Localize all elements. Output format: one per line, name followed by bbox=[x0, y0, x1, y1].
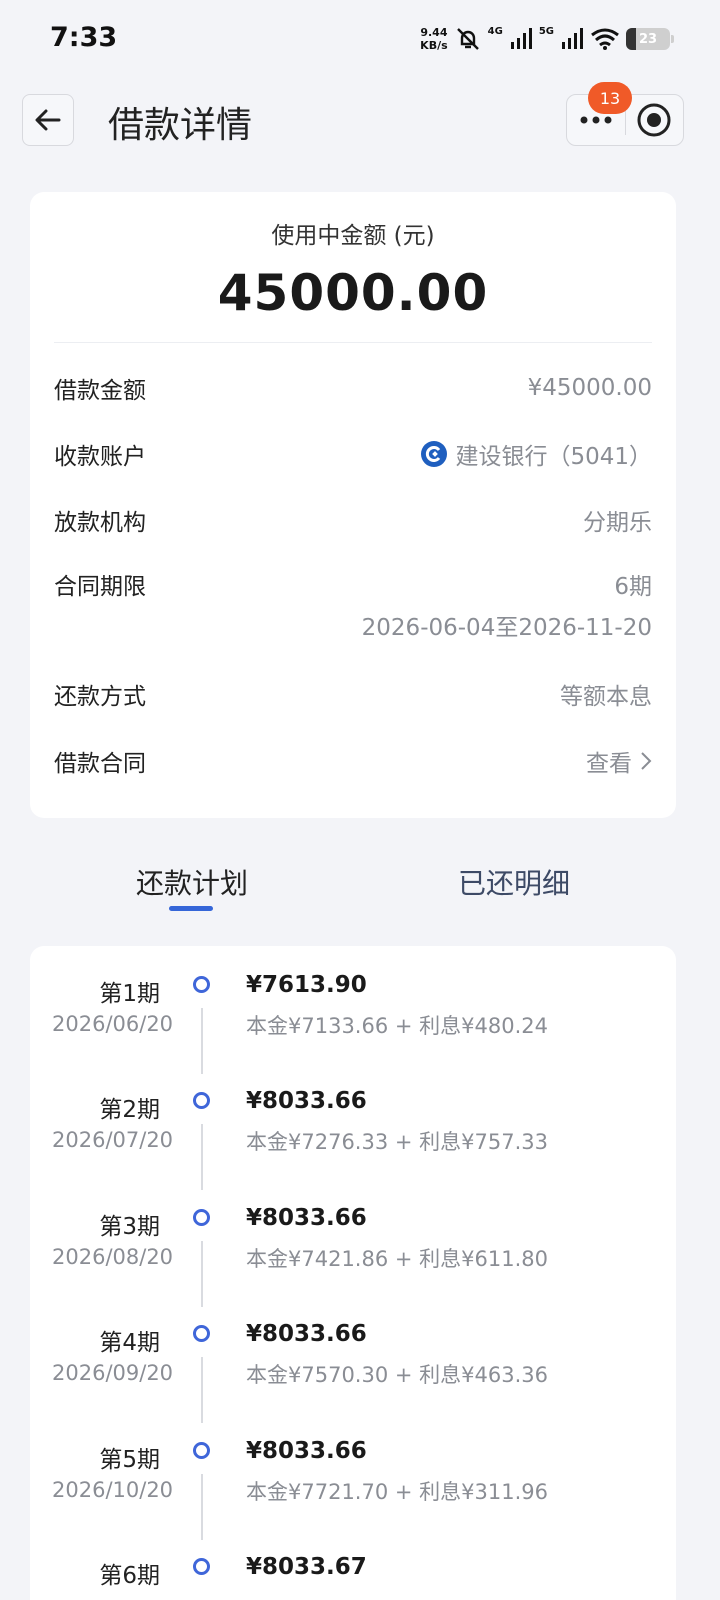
signal-icon-2 bbox=[562, 28, 583, 49]
page-title: 借款详情 bbox=[108, 105, 253, 146]
status-bar: 7:33 9.44 KB/s 4G 5G 23 bbox=[0, 0, 720, 80]
method-row: 还款方式 等额本息 bbox=[54, 674, 652, 714]
target-circle-icon bbox=[637, 103, 671, 137]
installment-breakdown: 本金¥7133.66 + 利息¥480.24 bbox=[246, 1014, 548, 1038]
due-date: 2026/08/20 bbox=[52, 1245, 174, 1269]
installment-breakdown: 本金¥7421.86 + 利息¥611.80 bbox=[246, 1247, 548, 1271]
loan-amount-value: ¥45000.00 bbox=[527, 375, 652, 401]
period-label: 第6期 bbox=[99, 1563, 160, 1589]
in-use-amount: 45000.00 bbox=[217, 264, 489, 322]
schedule-item: 第4期 2026/09/20 ¥8033.66 本金¥7570.30 + 利息¥… bbox=[30, 1295, 676, 1423]
due-date: 2026/06/20 bbox=[52, 1012, 174, 1036]
due-date: 2026/09/20 bbox=[52, 1361, 174, 1385]
battery-fill bbox=[626, 28, 637, 50]
installment-breakdown: 本金¥7570.30 + 利息¥463.36 bbox=[246, 1363, 548, 1387]
schedule-item: 第3期 2026/08/20 ¥8033.66 本金¥7421.86 + 利息¥… bbox=[30, 1179, 676, 1307]
timeline-dot bbox=[193, 1092, 210, 1109]
network-speed: 9.44 KB/s bbox=[420, 26, 447, 52]
installment-amount: ¥8033.67 bbox=[246, 1554, 367, 1580]
method-value: 等额本息 bbox=[560, 684, 652, 710]
period-label: 第5期 bbox=[99, 1447, 160, 1473]
institution-row: 放款机构 分期乐 bbox=[54, 500, 652, 540]
institution-value: 分期乐 bbox=[583, 510, 652, 536]
period-label: 第2期 bbox=[99, 1097, 160, 1123]
battery-icon: 23 bbox=[626, 28, 674, 50]
term-label: 合同期限 bbox=[54, 574, 146, 600]
term-row: 合同期限 6期 bbox=[54, 564, 652, 604]
signal-icon bbox=[510, 28, 532, 49]
status-time: 7:33 bbox=[50, 22, 118, 53]
contract-row[interactable]: 借款合同 查看 bbox=[54, 741, 652, 781]
installment-amount: ¥7613.90 bbox=[246, 972, 367, 998]
period-label: 第1期 bbox=[99, 981, 160, 1007]
summary-divider bbox=[54, 342, 652, 343]
active-tab-indicator bbox=[169, 906, 213, 911]
in-use-amount-label: 使用中金额 (元) bbox=[271, 223, 435, 249]
net-type-4g: 4G bbox=[487, 25, 503, 37]
institution-label: 放款机构 bbox=[54, 510, 146, 536]
loan-amount-row: 借款金额 ¥45000.00 bbox=[54, 368, 652, 408]
view-contract-text: 查看 bbox=[586, 751, 632, 777]
more-dots-icon bbox=[580, 116, 612, 124]
term-value: 6期 bbox=[614, 574, 652, 600]
installment-amount: ¥8033.66 bbox=[246, 1321, 367, 1347]
term-dates: 2026-06-04至2026-11-20 bbox=[361, 615, 652, 641]
schedule-item: 第1期 2026/06/20 ¥7613.90 本金¥7133.66 + 利息¥… bbox=[30, 946, 676, 1074]
contract-label: 借款合同 bbox=[54, 751, 146, 777]
loan-amount-label: 借款金额 bbox=[54, 378, 146, 404]
speed-unit: KB/s bbox=[420, 39, 448, 52]
tab-paid-details[interactable]: 已还明细 bbox=[458, 862, 570, 902]
ccb-bank-logo-icon bbox=[421, 441, 448, 467]
account-value: 建设银行（5041） bbox=[455, 444, 652, 470]
period-label: 第3期 bbox=[99, 1214, 160, 1240]
period-label: 第4期 bbox=[99, 1330, 160, 1356]
wifi-icon bbox=[591, 28, 619, 50]
timeline-dot bbox=[193, 1325, 210, 1342]
net-type-5g: 5G bbox=[538, 25, 554, 37]
chevron-right-icon bbox=[641, 752, 652, 770]
arrow-left-icon bbox=[35, 109, 61, 131]
timeline-dot bbox=[193, 976, 210, 993]
installment-breakdown: 本金¥7276.33 + 利息¥757.33 bbox=[246, 1130, 548, 1154]
due-date: 2026/10/20 bbox=[52, 1478, 174, 1502]
account-label: 收款账户 bbox=[54, 444, 146, 470]
method-label: 还款方式 bbox=[54, 684, 146, 710]
notification-badge: 13 bbox=[588, 82, 632, 114]
close-mini-program-button[interactable] bbox=[625, 95, 683, 145]
installment-amount: ¥8033.66 bbox=[246, 1088, 367, 1114]
battery-level: 23 bbox=[638, 31, 658, 47]
account-value-wrap: 建设银行（5041） bbox=[421, 437, 652, 471]
loan-summary-card: 使用中金额 (元) 45000.00 借款金额 ¥45000.00 收款账户 建… bbox=[30, 192, 676, 818]
speed-value: 9.44 bbox=[420, 26, 448, 39]
schedule-item: 第6期 ¥8033.67 bbox=[30, 1528, 676, 1600]
account-row: 收款账户 建设银行（5041） bbox=[54, 434, 652, 474]
schedule-item: 第5期 2026/10/20 ¥8033.66 本金¥7721.70 + 利息¥… bbox=[30, 1412, 676, 1540]
repayment-schedule-card: 第1期 2026/06/20 ¥7613.90 本金¥7133.66 + 利息¥… bbox=[30, 946, 676, 1600]
due-date: 2026/07/20 bbox=[52, 1128, 174, 1152]
status-icons: 9.44 KB/s 4G 5G 23 bbox=[420, 22, 674, 56]
timeline-dot bbox=[193, 1558, 210, 1575]
back-button[interactable] bbox=[22, 94, 74, 146]
installment-breakdown: 本金¥7721.70 + 利息¥311.96 bbox=[246, 1480, 548, 1504]
mute-bell-icon bbox=[456, 28, 479, 50]
tab-repayment-plan[interactable]: 还款计划 bbox=[136, 862, 248, 902]
timeline-dot bbox=[193, 1442, 210, 1459]
schedule-item: 第2期 2026/07/20 ¥8033.66 本金¥7276.33 + 利息¥… bbox=[30, 1062, 676, 1190]
timeline-dot bbox=[193, 1209, 210, 1226]
installment-amount: ¥8033.66 bbox=[246, 1205, 367, 1231]
view-contract-link[interactable]: 查看 bbox=[586, 744, 652, 778]
installment-amount: ¥8033.66 bbox=[246, 1438, 367, 1464]
